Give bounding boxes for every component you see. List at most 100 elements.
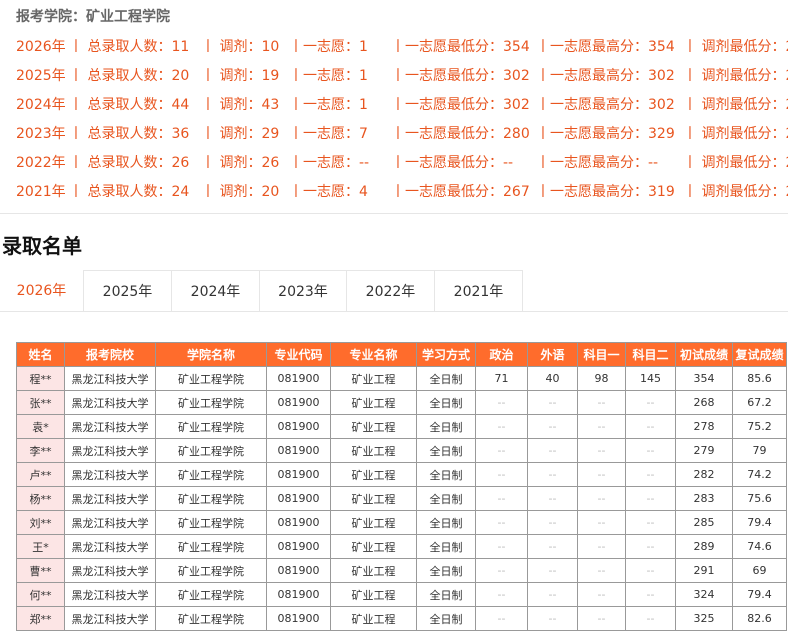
table-cell: 矿业工程	[330, 558, 417, 583]
summary-first-min: 丨一志愿最低分：302	[391, 97, 530, 113]
table-cell: 全日制	[416, 534, 476, 559]
table-cell: --	[577, 606, 626, 631]
table-cell: 矿业工程	[330, 438, 417, 463]
table-cell: --	[475, 438, 528, 463]
table-cell: 黑龙江科技大学	[64, 606, 156, 631]
table-cell: --	[577, 558, 626, 583]
table-row: 何** 黑龙江科技大学 矿业工程学院 081900 矿业工程 全日制 -- -- -- -- 324…	[16, 582, 787, 607]
table-cell: 282	[675, 462, 733, 487]
tab-year-2023[interactable]: 2023年	[260, 270, 347, 312]
summary-first-max: 丨一志愿最高分：302	[536, 97, 675, 113]
admission-summary: 2026年丨 总录取人数：11 丨 调剂：10 丨一志愿：1 丨一志愿最低分：354 丨…	[0, 31, 788, 205]
tab-year-2024[interactable]: 2024年	[172, 270, 260, 312]
table-cell: 矿业工程学院	[155, 510, 267, 535]
table-cell: --	[577, 486, 626, 511]
summary-adjust: 丨 调剂：26	[201, 155, 280, 171]
table-cell: --	[475, 486, 528, 511]
table-header-row: 姓名 报考院校 学院名称 专业代码 专业名称 学习方式 政治 外语 科目一 科目二 初试成绩 复试成绩	[16, 342, 787, 367]
summary-row: 2023年丨 总录取人数：36 丨 调剂：29 丨一志愿：7 丨一志愿最低分：280 丨…	[0, 118, 788, 147]
summary-adjust: 丨 调剂：43	[201, 97, 280, 113]
table-cell: --	[625, 462, 676, 487]
summary-total: 丨 总录取人数：36	[69, 126, 190, 142]
table-cell: 081900	[266, 438, 331, 463]
summary-year: 2022年	[16, 155, 66, 171]
tab-year-2025[interactable]: 2025年	[84, 270, 172, 312]
summary-total: 丨 总录取人数：20	[69, 68, 190, 84]
table-cell: 全日制	[416, 486, 476, 511]
table-cell: 矿业工程	[330, 534, 417, 559]
table-cell: 081900	[266, 606, 331, 631]
summary-year: 2021年	[16, 184, 66, 200]
table-cell: --	[625, 438, 676, 463]
table-row: 袁* 黑龙江科技大学 矿业工程学院 081900 矿业工程 全日制 -- -- -- -- 278 7…	[16, 414, 787, 439]
table-cell: 279	[675, 438, 733, 463]
tab-year-2022[interactable]: 2022年	[347, 270, 435, 312]
table-cell: 79	[732, 438, 787, 463]
table-cell: 67.2	[732, 390, 787, 415]
table-cell: 矿业工程学院	[155, 606, 267, 631]
table-cell: 黑龙江科技大学	[64, 438, 156, 463]
table-cell: 矿业工程	[330, 510, 417, 535]
table-cell: --	[475, 390, 528, 415]
table-cell: --	[475, 462, 528, 487]
tab-year-2021[interactable]: 2021年	[435, 270, 523, 312]
table-cell: --	[527, 510, 578, 535]
table-cell: 081900	[266, 462, 331, 487]
column-header: 姓名	[16, 342, 65, 367]
column-header: 专业名称	[330, 342, 417, 367]
summary-first: 丨一志愿：1	[289, 97, 368, 113]
summary-adjust: 丨 调剂：20	[201, 184, 280, 200]
table-cell: 283	[675, 486, 733, 511]
table-cell: 矿业工程学院	[155, 414, 267, 439]
table-cell: 285	[675, 510, 733, 535]
table-cell: --	[577, 582, 626, 607]
summary-first: 丨一志愿：1	[289, 68, 368, 84]
table-cell: --	[625, 510, 676, 535]
table-cell: 黑龙江科技大学	[64, 366, 156, 391]
table-cell: --	[527, 582, 578, 607]
table-row: 张** 黑龙江科技大学 矿业工程学院 081900 矿业工程 全日制 -- -- -- -- 268…	[16, 390, 787, 415]
tab-divider	[0, 311, 788, 312]
column-header: 学习方式	[416, 342, 476, 367]
table-cell: 79.4	[732, 510, 787, 535]
summary-adjust: 丨 调剂：19	[201, 68, 280, 84]
table-cell: --	[577, 534, 626, 559]
table-cell: 354	[675, 366, 733, 391]
table-cell: 杨**	[16, 486, 65, 511]
summary-total: 丨 总录取人数：26	[69, 155, 190, 171]
table-cell: 卢**	[16, 462, 65, 487]
table-cell: --	[527, 462, 578, 487]
table-cell: --	[475, 558, 528, 583]
summary-adjust-min: 丨 调剂最低分：2	[683, 68, 788, 84]
table-cell: 何**	[16, 582, 65, 607]
column-header: 复试成绩	[732, 342, 787, 367]
table-cell: 全日制	[416, 366, 476, 391]
table-cell: --	[475, 414, 528, 439]
summary-first: 丨一志愿：4	[289, 184, 368, 200]
table-cell: 黑龙江科技大学	[64, 486, 156, 511]
table-cell: 71	[475, 366, 528, 391]
table-cell: 全日制	[416, 438, 476, 463]
table-cell: 矿业工程学院	[155, 486, 267, 511]
table-cell: --	[527, 414, 578, 439]
table-cell: 全日制	[416, 390, 476, 415]
table-cell: 75.6	[732, 486, 787, 511]
table-cell: --	[475, 534, 528, 559]
table-row: 程** 黑龙江科技大学 矿业工程学院 081900 矿业工程 全日制 71 40 98 145 35…	[16, 366, 787, 391]
tab-year-2026[interactable]: 2026年	[0, 270, 84, 312]
table-cell: --	[577, 510, 626, 535]
table-cell: 矿业工程	[330, 414, 417, 439]
table-cell: 325	[675, 606, 733, 631]
table-cell: --	[625, 582, 676, 607]
college-label: 报考学院：矿业工程学院	[16, 9, 170, 25]
table-cell: 85.6	[732, 366, 787, 391]
table-row: 王* 黑龙江科技大学 矿业工程学院 081900 矿业工程 全日制 -- -- -- -- 289 7…	[16, 534, 787, 559]
table-cell: 081900	[266, 582, 331, 607]
table-cell: 袁*	[16, 414, 65, 439]
summary-first-max: 丨一志愿最高分：302	[536, 68, 675, 84]
summary-first: 丨一志愿：--	[289, 155, 370, 171]
summary-row: 2025年丨 总录取人数：20 丨 调剂：19 丨一志愿：1 丨一志愿最低分：302 丨…	[0, 60, 788, 89]
table-cell: 矿业工程	[330, 390, 417, 415]
table-cell: 矿业工程学院	[155, 558, 267, 583]
summary-row: 2021年丨 总录取人数：24 丨 调剂：20 丨一志愿：4 丨一志愿最低分：267 丨…	[0, 176, 788, 205]
